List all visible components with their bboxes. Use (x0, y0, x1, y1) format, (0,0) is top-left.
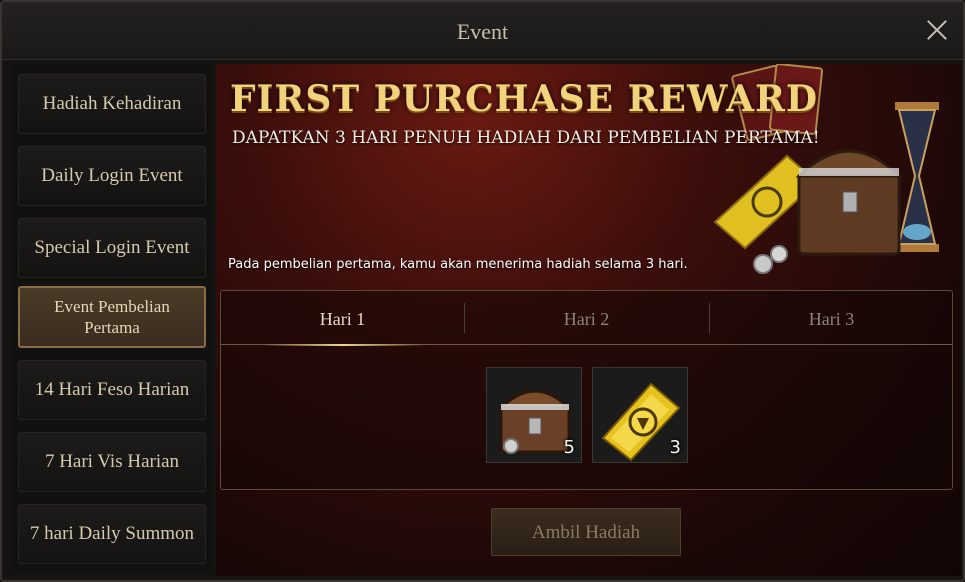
close-icon[interactable] (923, 16, 951, 44)
sidebar-item-label: 7 Hari Vis Harian (44, 451, 180, 473)
banner-subtitle: DAPATKAN 3 HARI PENUH HADIAH DARI PEMBEL… (232, 128, 820, 148)
sidebar-item-feso-harian[interactable]: 14 Hari Feso Harian (18, 360, 206, 420)
event-window: Event Hadiah Kehadiran Daily Login Event… (0, 0, 965, 582)
reward-count: 3 (669, 437, 681, 458)
reward-item-ticket[interactable]: 3 (592, 367, 688, 463)
sidebar-item-hadiah-kehadiran[interactable]: Hadiah Kehadiran (18, 74, 206, 134)
sidebar-item-label: Daily Login Event (41, 165, 183, 187)
title-bar: Event (2, 2, 963, 60)
event-content: FIRST PURCHASE REWARD DAPATKAN 3 HARI PE… (216, 64, 961, 576)
sidebar-item-daily-login[interactable]: Daily Login Event (18, 146, 206, 206)
banner-title: FIRST PURCHASE REWARD (230, 78, 819, 120)
tab-hari-1[interactable]: Hari 1 (221, 291, 464, 346)
sidebar-item-label: 7 hari Daily Summon (29, 523, 195, 545)
event-sidebar: Hadiah Kehadiran Daily Login Event Speci… (10, 64, 214, 574)
sidebar-item-pembelian-pertama[interactable]: Event Pembelian Pertama (18, 286, 206, 348)
window-title: Event (456, 19, 509, 44)
tab-hari-2[interactable]: Hari 2 (465, 291, 708, 345)
sidebar-item-special-login[interactable]: Special Login Event (18, 218, 206, 278)
tab-hari-3[interactable]: Hari 3 (710, 291, 953, 345)
day-tabs: Hari 1 Hari 2 Hari 3 (221, 291, 953, 346)
sidebar-item-label: 14 Hari Feso Harian (34, 379, 190, 401)
reward-item-chest[interactable]: 5 (486, 367, 582, 463)
sidebar-item-label: Special Login Event (34, 237, 190, 259)
daily-rewards-panel: Hari 1 Hari 2 Hari 3 5 3 (220, 290, 953, 490)
sidebar-item-label: Event Pembelian Pertama (54, 296, 170, 337)
sidebar-item-daily-summon[interactable]: 7 hari Daily Summon (18, 504, 206, 564)
claim-reward-button[interactable]: Ambil Hadiah (491, 508, 681, 556)
reward-count: 5 (563, 437, 575, 458)
sidebar-item-vis-harian[interactable]: 7 Hari Vis Harian (18, 432, 206, 492)
sidebar-item-label: Hadiah Kehadiran (42, 93, 182, 115)
banner-description: Pada pembelian pertama, kamu akan meneri… (228, 257, 688, 272)
